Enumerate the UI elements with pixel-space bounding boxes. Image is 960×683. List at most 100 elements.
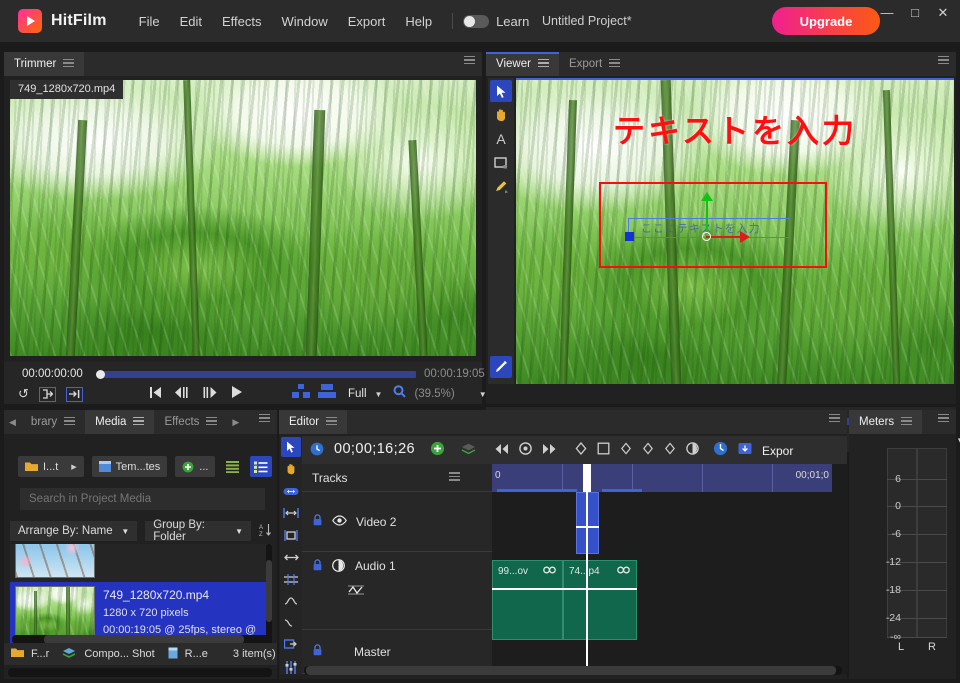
composite-shot-icon[interactable] bbox=[62, 647, 77, 662]
tab-menu-icon[interactable] bbox=[63, 58, 75, 70]
transform-axis-x[interactable] bbox=[706, 236, 742, 238]
hand-icon[interactable] bbox=[281, 459, 301, 479]
tab-editor[interactable]: Editor bbox=[279, 410, 348, 434]
trimmer-zoom-label[interactable]: (39.5%) bbox=[414, 388, 454, 400]
step-forward-icon[interactable] bbox=[202, 386, 218, 402]
new-button[interactable]: ... bbox=[175, 456, 216, 477]
trimmer-video-preview[interactable]: 749_1280x720.mp4 bbox=[10, 80, 476, 356]
tab-effects-menu-icon[interactable] bbox=[206, 416, 218, 428]
mixer-icon[interactable] bbox=[281, 679, 301, 683]
diamond2-icon[interactable] bbox=[642, 442, 654, 460]
split-icon[interactable] bbox=[597, 442, 610, 460]
tab-meters-menu-icon[interactable] bbox=[901, 416, 913, 428]
search-input[interactable] bbox=[20, 488, 265, 510]
levels-icon[interactable] bbox=[281, 657, 301, 677]
media-list-scrollbar[interactable] bbox=[266, 560, 272, 622]
lock-icon[interactable] bbox=[312, 514, 323, 529]
loop-icon[interactable]: ↺ bbox=[18, 386, 29, 402]
next-keyframe-icon[interactable] bbox=[542, 442, 557, 460]
keyframe-graph-icon[interactable] bbox=[348, 583, 364, 600]
export-frame-icon[interactable] bbox=[281, 635, 301, 655]
menu-effects[interactable]: Effects bbox=[212, 10, 272, 33]
lock-icon[interactable] bbox=[312, 644, 323, 659]
link-icon[interactable] bbox=[617, 566, 630, 577]
tabs-scroll-right-icon[interactable]: ▶ bbox=[227, 417, 244, 428]
editor-panel-menu-icon[interactable] bbox=[829, 413, 840, 425]
menu-file[interactable]: File bbox=[129, 10, 170, 33]
marker-icon[interactable] bbox=[575, 441, 587, 460]
playhead[interactable] bbox=[586, 464, 588, 674]
viewer-panel-menu-icon[interactable] bbox=[938, 55, 949, 67]
list-view-icon[interactable] bbox=[223, 456, 242, 477]
timeline-hscrollbar[interactable] bbox=[306, 666, 836, 675]
speed-icon[interactable] bbox=[713, 441, 728, 461]
list-item[interactable]: 00;00;16;00 @ 29.97fps, stere bbox=[10, 544, 272, 582]
maximize-icon[interactable]: □ bbox=[908, 6, 922, 20]
tab-media-menu-icon[interactable] bbox=[133, 416, 145, 428]
tracks-menu-icon[interactable] bbox=[448, 472, 460, 483]
trimmer-scrub-track[interactable] bbox=[100, 371, 416, 378]
track-row-audio1[interactable]: Audio 1 bbox=[302, 552, 492, 630]
tab-meters[interactable]: Meters bbox=[849, 410, 923, 434]
contrast-icon[interactable] bbox=[686, 442, 699, 460]
pen-icon[interactable] bbox=[490, 176, 512, 198]
timeline-clip-audio-2[interactable]: 74...p4 bbox=[563, 560, 637, 640]
timeline-area[interactable]: 0 00;01;0 99...ov 74...p4 bbox=[492, 464, 847, 674]
menu-edit[interactable]: Edit bbox=[170, 10, 212, 33]
tab-editor-menu-icon[interactable] bbox=[326, 416, 338, 428]
audio-mute-icon[interactable] bbox=[332, 559, 346, 575]
minimize-icon[interactable]: — bbox=[880, 6, 894, 20]
trim-in-icon[interactable] bbox=[281, 525, 301, 545]
hand-icon[interactable] bbox=[490, 104, 512, 126]
templates-button[interactable]: Tem...tes bbox=[91, 456, 168, 477]
insert-icon[interactable] bbox=[65, 386, 83, 402]
detail-view-icon[interactable] bbox=[250, 456, 273, 477]
eye-icon[interactable] bbox=[332, 514, 347, 529]
rate-icon[interactable] bbox=[281, 591, 301, 611]
go-to-start-icon[interactable] bbox=[150, 386, 162, 402]
trim-out-icon[interactable] bbox=[281, 547, 301, 567]
timeline-ruler[interactable]: 0 00;01;0 bbox=[492, 464, 832, 492]
menu-export[interactable]: Export bbox=[338, 10, 396, 33]
prev-keyframe-icon[interactable] bbox=[494, 442, 509, 460]
step-back-icon[interactable] bbox=[174, 386, 190, 402]
learn-toggle[interactable] bbox=[463, 14, 490, 28]
rectangle-icon[interactable] bbox=[490, 152, 512, 174]
layout-split-icon[interactable] bbox=[292, 384, 310, 404]
text-icon[interactable]: A bbox=[490, 128, 512, 150]
arrange-by-select[interactable]: Arrange By: Name ▼ bbox=[10, 521, 138, 541]
tab-effects[interactable]: Effects bbox=[154, 410, 228, 434]
trimmer-scrub-handle[interactable] bbox=[96, 370, 105, 379]
timeline-clip-audio-1[interactable]: 99...ov bbox=[492, 560, 563, 640]
group-by-select[interactable]: Group By: Folder ▼ bbox=[145, 519, 251, 543]
transform-axis-y[interactable] bbox=[706, 198, 708, 234]
media-panel-menu-icon[interactable] bbox=[259, 413, 270, 425]
layout-stack-icon[interactable] bbox=[318, 384, 336, 404]
folder-icon[interactable] bbox=[11, 647, 24, 661]
sort-direction-icon[interactable]: AZ bbox=[259, 523, 272, 540]
import-button[interactable]: I...t ▶ bbox=[18, 456, 84, 477]
slip-icon[interactable] bbox=[281, 481, 301, 501]
select-arrow-icon[interactable] bbox=[490, 80, 512, 102]
tab-export-menu-icon[interactable] bbox=[609, 58, 621, 70]
diamond-icon[interactable] bbox=[620, 442, 632, 460]
select-arrow-icon[interactable] bbox=[281, 437, 301, 457]
trimmer-panel-menu-icon[interactable] bbox=[464, 55, 475, 67]
render-icon[interactable] bbox=[168, 647, 178, 662]
close-icon[interactable]: ✕ bbox=[936, 6, 950, 20]
keyframe-icon[interactable] bbox=[519, 442, 532, 460]
diamond3-icon[interactable] bbox=[664, 442, 676, 460]
text-anchor-handle[interactable] bbox=[625, 232, 634, 241]
editor-timecode[interactable]: 00;00;16;26 bbox=[334, 441, 415, 457]
curve-icon[interactable] bbox=[281, 613, 301, 633]
track-row-video2[interactable]: Video 2 bbox=[302, 492, 492, 552]
link-icon[interactable] bbox=[543, 566, 556, 577]
menu-help[interactable]: Help bbox=[395, 10, 442, 33]
trimmer-quality-label[interactable]: Full bbox=[348, 388, 367, 400]
lock-icon[interactable] bbox=[312, 559, 323, 574]
tab-media[interactable]: Media bbox=[85, 410, 155, 434]
upgrade-button[interactable]: Upgrade bbox=[772, 7, 880, 35]
play-icon[interactable] bbox=[230, 385, 244, 402]
viewer-canvas[interactable]: テキストを入力 ここにテキストを入力 bbox=[516, 78, 954, 384]
tab-library[interactable]: brary bbox=[20, 410, 86, 434]
